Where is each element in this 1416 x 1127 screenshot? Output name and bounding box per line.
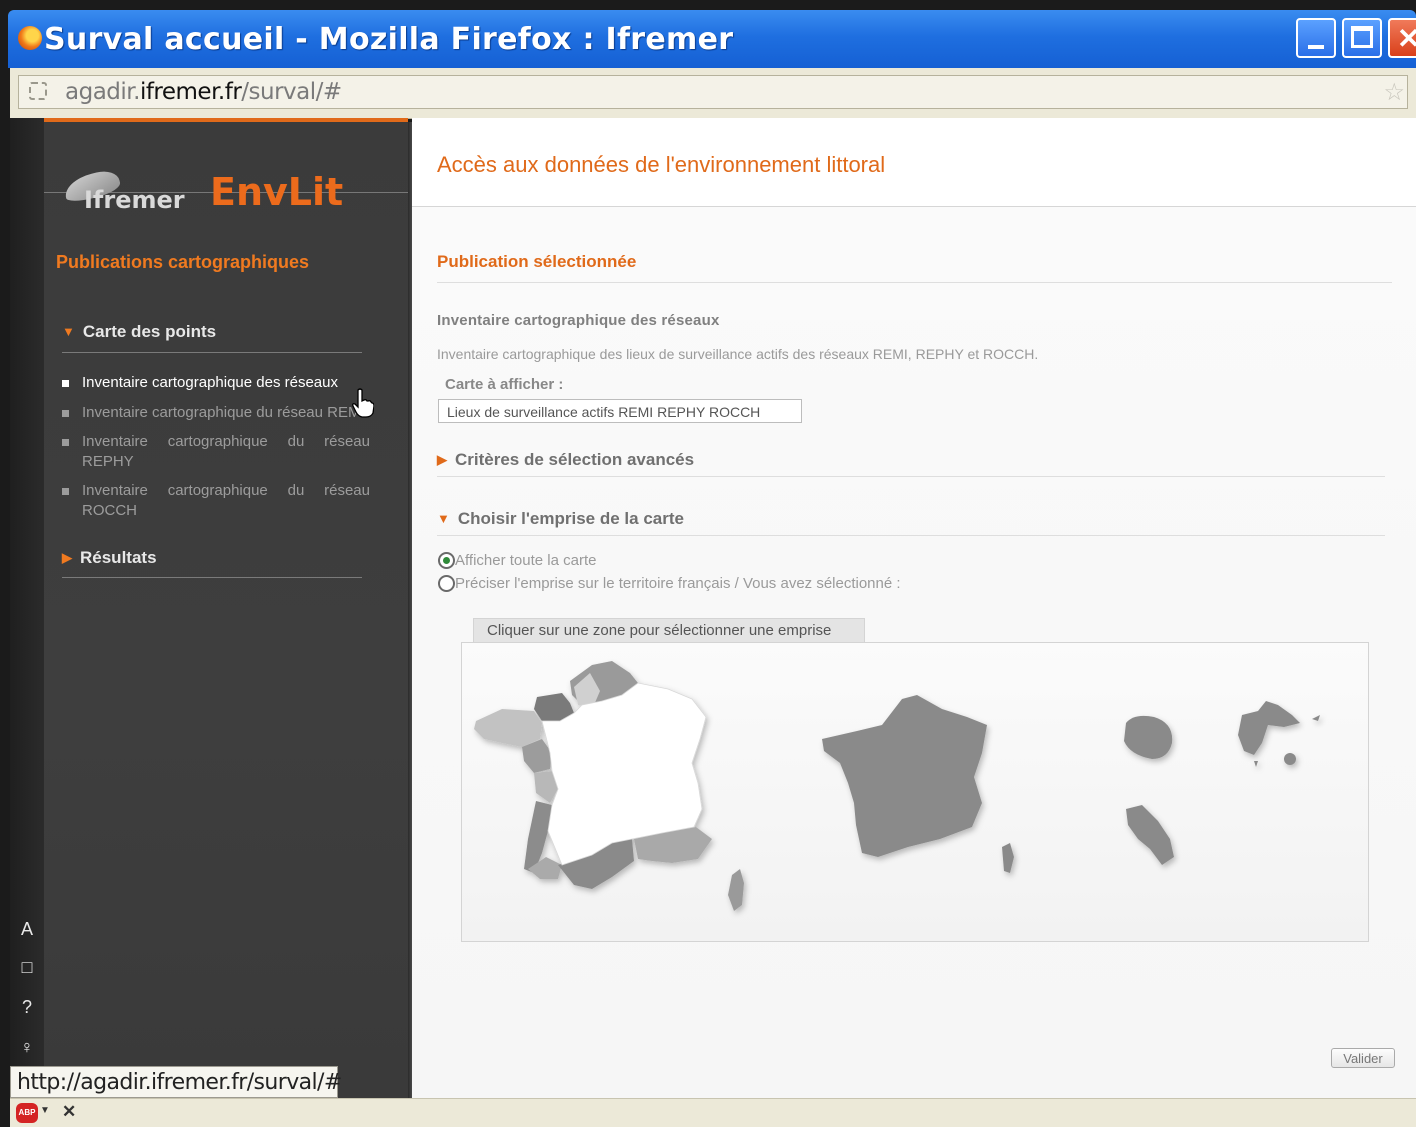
envlit-logo-text: EnvLit: [210, 170, 344, 214]
sidebar: Ifremer EnvLit Publications cartographiq…: [44, 118, 412, 1098]
map-dom-tom[interactable]: [1124, 701, 1320, 865]
url-path: /surval/#: [241, 79, 342, 105]
section-carte-des-points[interactable]: ▼ Carte des points: [62, 322, 216, 342]
map-tab: Cliquer sur une zone pour sélectionner u…: [473, 618, 865, 642]
triangle-right-icon: ▶: [437, 452, 447, 467]
carte-label: Carte à afficher :: [445, 376, 564, 393]
section-resultats[interactable]: ▶ Résultats: [62, 548, 157, 568]
strip-icon-pin[interactable]: ♀: [16, 1036, 38, 1058]
window-title: Surval accueil - Mozilla Firefox : Ifrem…: [44, 22, 734, 57]
radio-precise-label: Préciser l'emprise sur le territoire fra…: [455, 575, 901, 592]
map-zone-bretagne[interactable]: [474, 709, 542, 747]
map-zone-marie-galante[interactable]: [1284, 753, 1296, 765]
status-bar: ABP ▼ ✕: [10, 1098, 1416, 1127]
section-divider: [437, 535, 1385, 536]
page-icon: [29, 82, 47, 100]
radio-preciser-emprise[interactable]: Préciser l'emprise sur le territoire fra…: [438, 575, 901, 592]
map-france-regions[interactable]: [474, 661, 744, 911]
sidebar-item-inventaire-reseaux[interactable]: Inventaire cartographique des réseaux: [82, 373, 370, 393]
close-window-button[interactable]: [1388, 18, 1416, 58]
section-divider: [62, 577, 362, 578]
section-resultats-label: Résultats: [80, 548, 157, 567]
url-prefix: agadir.: [65, 79, 140, 105]
map-svg: [474, 661, 1320, 911]
triangle-right-icon: ▶: [62, 550, 72, 565]
inventory-description: Inventaire cartographique des lieux de s…: [437, 346, 1039, 362]
map-france-entiere[interactable]: [822, 695, 1014, 873]
selected-publication-label: Publication sélectionnée: [437, 252, 637, 271]
close-icon[interactable]: ✕: [62, 1102, 76, 1122]
bullet-icon: [62, 410, 69, 417]
map-zone-corse[interactable]: [728, 869, 744, 911]
sidebar-item-inventaire-rocch[interactable]: Inventaire cartographique du réseau ROCC…: [82, 481, 370, 521]
window-titlebar: Surval accueil - Mozilla Firefox : Ifrem…: [8, 10, 1416, 68]
map-panel: [461, 642, 1369, 942]
section-divider: [437, 282, 1392, 283]
strip-icon-square[interactable]: □: [16, 956, 38, 978]
minimize-button[interactable]: [1296, 18, 1336, 58]
triangle-down-icon: ▼: [62, 324, 75, 339]
ifremer-logo-text: Ifremer: [84, 186, 185, 214]
map-zone-reunion[interactable]: [1124, 715, 1173, 759]
criteria-toggle[interactable]: ▶ Critères de sélection avancés: [437, 450, 694, 470]
inventory-title: Inventaire cartographique des réseaux: [437, 312, 720, 329]
chevron-down-icon[interactable]: ▼: [40, 1105, 50, 1116]
radio-all-label: Afficher toute la carte: [455, 552, 597, 569]
emprise-title: Choisir l'emprise de la carte: [457, 509, 684, 528]
section-divider: [437, 476, 1385, 477]
maximize-button[interactable]: [1342, 18, 1382, 58]
firefox-icon: [18, 26, 42, 50]
strip-icon-help[interactable]: ?: [16, 996, 38, 1018]
address-bar[interactable]: agadir.ifremer.fr/surval/# ☆: [18, 75, 1408, 109]
bullet-icon: [62, 439, 69, 446]
radio-afficher-toute-carte[interactable]: Afficher toute la carte: [438, 552, 596, 569]
triangle-down-icon: ▼: [437, 511, 450, 526]
navigation-toolbar: agadir.ifremer.fr/surval/# ☆: [10, 68, 1416, 119]
sidebar-item-inventaire-rephy[interactable]: Inventaire cartographique du réseau REPH…: [82, 432, 370, 472]
status-url-tooltip: http://agadir.ifremer.fr/surval/#: [10, 1066, 342, 1098]
sidebar-heading: Publications cartographiques: [56, 252, 310, 272]
sidebar-item-inventaire-remi[interactable]: Inventaire cartographique du réseau REMI: [82, 403, 358, 423]
radio-button[interactable]: [438, 575, 455, 592]
address-text[interactable]: agadir.ifremer.fr/surval/#: [65, 79, 342, 105]
bullet-icon: [62, 488, 69, 495]
criteria-title: Critères de sélection avancés: [455, 450, 695, 469]
strip-icon-a[interactable]: A: [16, 918, 38, 940]
section-carte-label: Carte des points: [82, 322, 217, 341]
hand-cursor-icon: [352, 388, 374, 418]
bullet-icon: [62, 380, 69, 387]
url-domain: ifremer.fr: [139, 79, 242, 105]
page-title: Accès aux données de l'environnement lit…: [437, 152, 886, 177]
radio-button[interactable]: [438, 552, 455, 569]
carte-select[interactable]: Lieux de surveillance actifs REMI REPHY …: [438, 399, 802, 423]
main-content: Accès aux données de l'environnement lit…: [412, 118, 1416, 1098]
map-zone-guadeloupe[interactable]: [1238, 701, 1300, 755]
emprise-toggle[interactable]: ▼ Choisir l'emprise de la carte: [437, 509, 684, 529]
section-divider: [62, 352, 362, 353]
left-tool-strip: A □ ? ♀: [10, 118, 44, 1098]
bookmark-star-icon[interactable]: ☆: [1383, 78, 1405, 107]
adblock-plus-icon[interactable]: ABP: [16, 1103, 38, 1123]
valider-button[interactable]: Valider: [1331, 1048, 1395, 1068]
map-zone-martinique[interactable]: [1126, 805, 1174, 865]
